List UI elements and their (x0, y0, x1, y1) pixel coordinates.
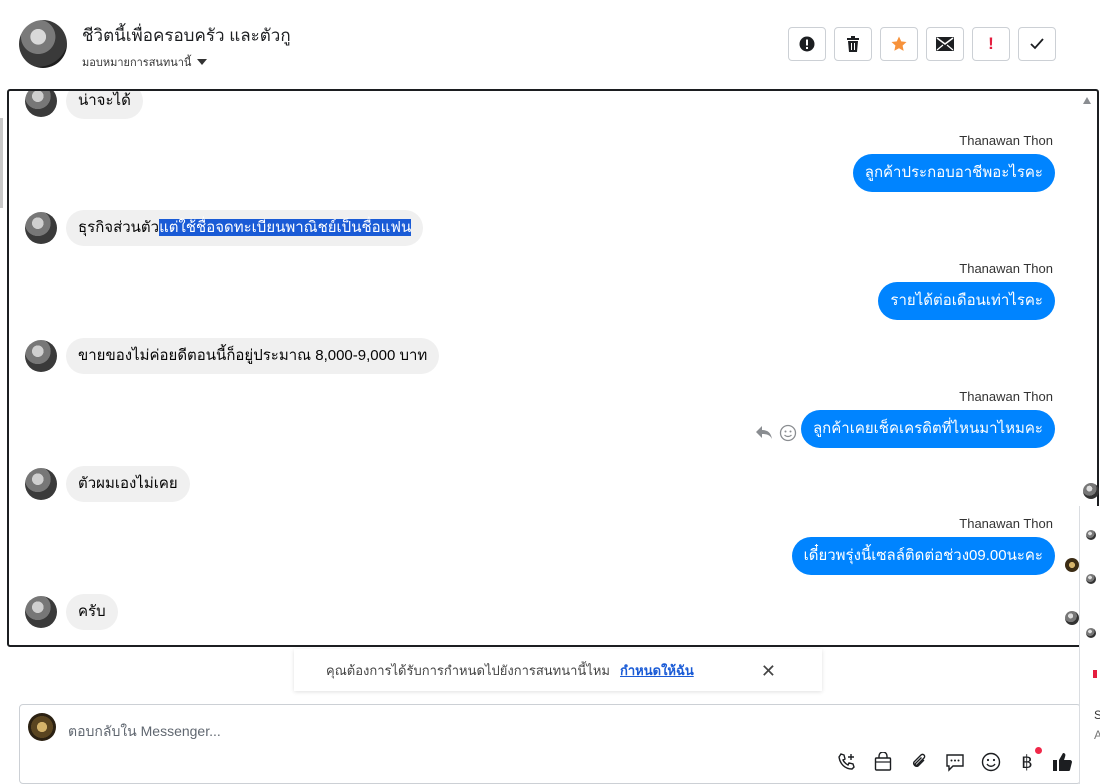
mail-button[interactable] (926, 27, 964, 61)
emoji-reaction-icon[interactable] (779, 424, 797, 442)
report-spam-button[interactable] (788, 27, 826, 61)
mail-icon (936, 37, 954, 51)
message-bubble[interactable]: ขายของไม่ค่อยดีตอนนี้ก็อยู่ประมาณ 8,000-… (66, 338, 440, 374)
side-text: S (1094, 708, 1100, 722)
delete-button[interactable] (834, 27, 872, 61)
payment-icon[interactable]: ฿ (1016, 747, 1042, 773)
mark-done-button[interactable] (1018, 27, 1056, 61)
assign-conversation-dropdown[interactable]: มอบหมายการสนทนานี้ (82, 53, 208, 71)
message-bubble[interactable]: ตัวผมเองไม่เคย (66, 466, 190, 502)
sender-name: Thanawan Thon (959, 133, 1053, 148)
attachment-icon[interactable] (908, 751, 930, 773)
assign-label: มอบหมายการสนทนานี้ (82, 57, 192, 69)
shopping-bag-icon[interactable] (872, 751, 894, 773)
star-icon (891, 36, 907, 51)
sender-name: Thanawan Thon (959, 261, 1053, 276)
check-icon (1030, 38, 1044, 50)
side-text: A (1094, 728, 1100, 742)
seen-avatar (1065, 558, 1079, 572)
header-toolbar: ! (788, 27, 1056, 61)
trash-icon (847, 36, 859, 52)
side-list-avatar[interactable] (1086, 530, 1096, 540)
message-row-incoming: น่าจะได้ (25, 91, 143, 119)
reply-icon[interactable] (755, 425, 773, 441)
reply-composer[interactable]: ตอบกลับใน Messenger... ฿ (19, 704, 1081, 784)
report-spam-icon (799, 36, 815, 52)
baht-icon: ฿ (1021, 751, 1033, 772)
message-bubble[interactable]: ธุรกิจส่วนตัวแต่ใช้ชื่อจดทะเบียนพาณิชย์เ… (66, 210, 424, 246)
message-bubble-outgoing[interactable]: ลูกค้าประกอบอาชีพอะไรคะ (852, 154, 1055, 192)
page-avatar (28, 713, 56, 741)
message-bubble[interactable]: น่าจะได้ (66, 91, 143, 119)
message-actions (755, 424, 797, 442)
important-icon: ! (988, 34, 994, 53)
assign-to-me-link[interactable]: กำหนดให้ฉัน (620, 660, 694, 681)
side-list-avatar[interactable] (1086, 574, 1096, 584)
assign-prompt-text: คุณต้องการได้รับการกำหนดไปยังการสนทนานี้… (326, 662, 610, 678)
message-bubble-outgoing[interactable]: เดี๋ยวพรุ่งนี้เซลล์ติดต่อช่วง09.00นะคะ (791, 537, 1055, 575)
composer-toolbar: ฿ (836, 747, 1074, 773)
like-icon[interactable] (1052, 751, 1074, 773)
message-text: ธุรกิจส่วนตัว (78, 219, 160, 236)
message-bubble[interactable]: ครับ (66, 594, 118, 630)
message-thread[interactable]: น่าจะได้ Thanawan Thon ลูกค้าประกอบอาชีพ… (7, 89, 1099, 647)
message-row-incoming: ตัวผมเองไม่เคย (25, 466, 190, 502)
emoji-icon[interactable] (980, 751, 1002, 773)
scroll-up-arrow-icon[interactable] (1083, 97, 1091, 104)
read-receipt-avatar (1065, 611, 1079, 625)
star-button[interactable] (880, 27, 918, 61)
side-list-avatar[interactable] (1086, 628, 1096, 638)
customer-avatar (25, 340, 57, 372)
side-panel: S A (1079, 506, 1100, 784)
customer-avatar (25, 91, 57, 117)
customer-avatar (25, 596, 57, 628)
sender-name: Thanawan Thon (959, 516, 1053, 531)
important-button[interactable]: ! (972, 27, 1010, 61)
caret-down-icon (197, 59, 208, 65)
sender-name: Thanawan Thon (959, 389, 1053, 404)
message-row-incoming: ธุรกิจส่วนตัวแต่ใช้ชื่อจดทะเบียนพาณิชย์เ… (25, 210, 424, 246)
side-avatar[interactable] (1083, 483, 1099, 499)
reply-input[interactable]: ตอบกลับใน Messenger... (68, 721, 221, 743)
saved-replies-icon[interactable] (944, 751, 966, 773)
customer-avatar (25, 468, 57, 500)
customer-avatar (25, 212, 57, 244)
notification-dot (1035, 747, 1042, 754)
message-row-incoming: ขายของไม่ค่อยดีตอนนี้ก็อยู่ประมาณ 8,000-… (25, 338, 440, 374)
close-icon[interactable]: ✕ (761, 661, 776, 682)
call-plus-icon[interactable] (836, 751, 858, 773)
side-red-marker (1093, 670, 1097, 678)
left-scrollbar[interactable] (0, 118, 3, 208)
conversation-title: ชีวิตนี้เพื่อครอบครัว และตัวกู (82, 26, 291, 45)
message-bubble-outgoing[interactable]: ลูกค้าเคยเช็คเครดิตที่ไหนมาไหมคะ (800, 410, 1055, 448)
conversation-avatar (19, 20, 67, 68)
message-bubble-outgoing[interactable]: รายได้ต่อเดือนเท่าไรคะ (878, 282, 1055, 320)
selected-text: แต่ใช้ชื่อจดทะเบียนพาณิชย์เป็นชื่อแฟน (159, 219, 412, 236)
message-row-incoming: ครับ (25, 594, 118, 630)
assign-prompt: คุณต้องการได้รับการกำหนดไปยังการสนทนานี้… (294, 649, 822, 691)
